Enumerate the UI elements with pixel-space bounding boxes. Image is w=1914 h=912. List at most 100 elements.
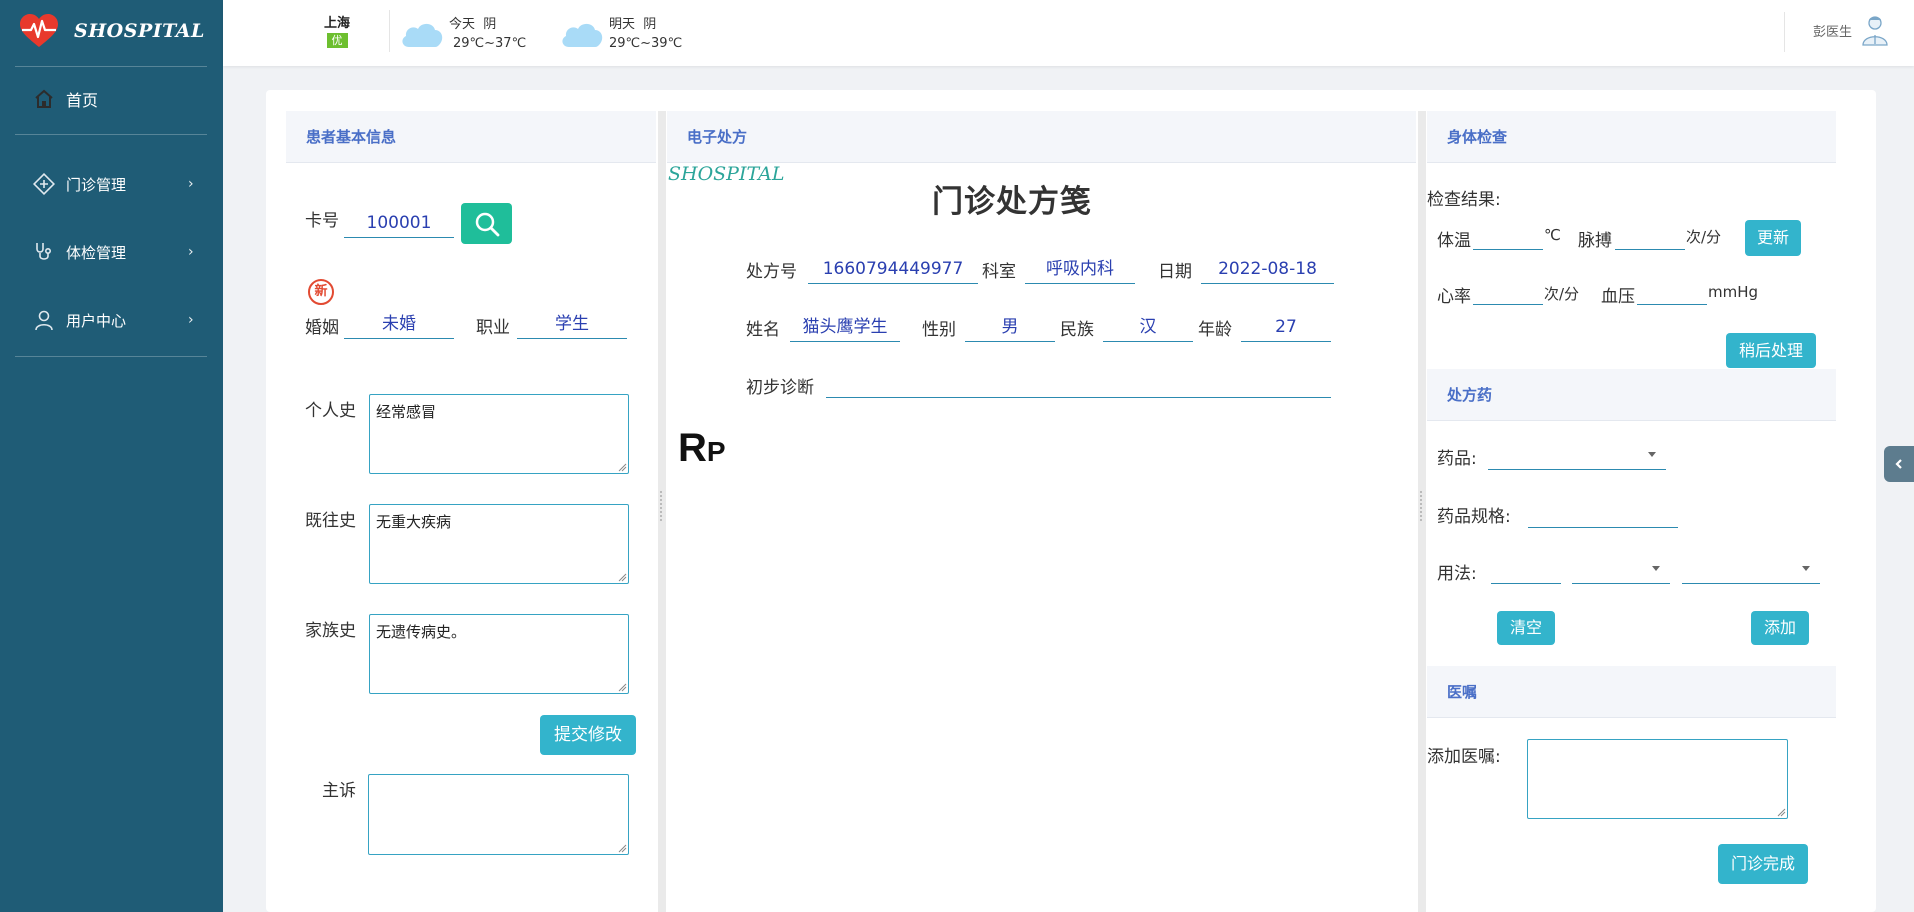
nation-field[interactable]: 汉 [1103, 312, 1193, 342]
advice-title: 医嘱 [1427, 666, 1836, 718]
usage-dose-input[interactable] [1491, 554, 1561, 584]
personal-history-text: 经常感冒 [376, 403, 437, 421]
marriage-field[interactable]: 未婚 [344, 309, 454, 339]
top-bar: 上海 优 今天 阴 29℃~37℃ 明天 阴 29℃~39℃ 彭医生 [223, 0, 1914, 66]
sidebar: SHOSPITAL 首页 门诊管理 › 体检管理 › 用户中心 › [0, 0, 223, 912]
resize-handle-icon [618, 463, 627, 472]
rp-p: P [706, 436, 726, 467]
doctor-avatar-icon [1862, 16, 1888, 46]
pulse-label: 脉搏 [1578, 231, 1612, 251]
exam-result-label: 检查结果: [1427, 190, 1501, 210]
caret-down-icon [1648, 452, 1656, 457]
resize-handle-icon [618, 844, 627, 853]
diagnosis-field[interactable] [826, 368, 1331, 398]
family-history-textarea[interactable]: 无遗传病史。 [369, 614, 629, 694]
blood-pressure-label: 血压 [1601, 287, 1635, 307]
topbar-divider [1784, 12, 1785, 52]
heart-rate-unit: 次/分 [1544, 285, 1580, 303]
weather-tomorrow: 明天 阴 29℃~39℃ [559, 12, 682, 56]
usage-frequency-select[interactable] [1682, 556, 1820, 584]
user-menu[interactable]: 彭医生 [1813, 14, 1890, 46]
date-field[interactable]: 2022-08-18 [1201, 254, 1334, 284]
card-no-label: 卡号 [305, 211, 339, 231]
chevron-right-icon: › [188, 244, 194, 260]
weather-temp: 29℃~37℃ [453, 36, 527, 51]
heart-pulse-icon [20, 14, 58, 47]
marriage-label: 婚姻 [305, 318, 339, 338]
logo-text: SHOSPITAL [74, 20, 205, 42]
temp-unit: ℃ [1544, 226, 1561, 244]
temp-label: 体温 [1437, 231, 1471, 251]
update-button[interactable]: 更新 [1745, 220, 1801, 256]
past-history-label: 既往史 [305, 511, 356, 531]
drug-spec-input[interactable] [1528, 498, 1678, 528]
past-history-textarea[interactable]: 无重大疾病 [369, 504, 629, 584]
sidebar-divider [15, 134, 207, 135]
dept-label: 科室 [982, 262, 1016, 282]
patient-info-title: 患者基本信息 [286, 111, 656, 163]
weather-day: 今天 [449, 17, 476, 32]
sex-field[interactable]: 男 [965, 312, 1055, 342]
sidebar-item-home[interactable]: 首页 [32, 84, 202, 114]
personal-history-label: 个人史 [305, 401, 356, 421]
chevron-right-icon: › [188, 176, 194, 192]
sex-label: 性别 [922, 320, 956, 340]
app-logo[interactable]: SHOSPITAL [18, 10, 205, 52]
search-icon [475, 212, 499, 236]
rp-r: R [678, 426, 707, 470]
blood-pressure-input[interactable] [1637, 275, 1707, 305]
sidebar-item-user-center[interactable]: 用户中心 › [32, 305, 202, 335]
split-gutter[interactable] [658, 111, 666, 912]
job-field[interactable]: 学生 [517, 309, 627, 339]
drug-select[interactable] [1488, 442, 1666, 470]
complaint-textarea[interactable] [368, 774, 629, 855]
cloud-icon [562, 23, 603, 47]
drug-spec-label: 药品规格: [1437, 507, 1511, 527]
chevron-right-icon: › [188, 312, 194, 328]
past-history-text: 无重大疾病 [376, 513, 452, 531]
weather-city: 上海 优 [320, 12, 354, 48]
add-advice-label: 添加医嘱: [1427, 747, 1501, 767]
sidebar-item-clinic[interactable]: 门诊管理 › [32, 169, 202, 199]
diagnosis-label: 初步诊断 [746, 378, 814, 398]
caret-down-icon [1802, 566, 1810, 571]
aqi-badge: 优 [326, 33, 348, 48]
sidebar-item-exam[interactable]: 体检管理 › [32, 237, 202, 267]
finish-visit-button[interactable]: 门诊完成 [1718, 844, 1808, 884]
sidebar-item-label: 用户中心 [66, 311, 127, 330]
age-field[interactable]: 27 [1241, 312, 1331, 342]
weather-condition: 阴 [643, 17, 657, 32]
usage-unit-select[interactable] [1572, 556, 1670, 584]
gutter-grip [1420, 491, 1424, 521]
date-label: 日期 [1158, 262, 1192, 282]
search-button[interactable] [461, 203, 512, 244]
advice-textarea[interactable] [1527, 739, 1788, 819]
complaint-label: 主诉 [322, 781, 356, 801]
pulse-unit: 次/分 [1686, 228, 1722, 246]
exam-title: 身体检查 [1427, 111, 1836, 163]
job-label: 职业 [476, 318, 510, 338]
prescription-no-field[interactable]: 1660794449977 [808, 254, 978, 284]
heart-rate-input[interactable] [1473, 275, 1543, 305]
gutter-grip [660, 491, 664, 521]
clear-button[interactable]: 清空 [1497, 611, 1555, 645]
dept-field[interactable]: 呼吸内科 [1025, 254, 1135, 284]
drug-label: 药品: [1437, 449, 1477, 469]
new-patient-badge: 新 [308, 279, 334, 305]
collapse-panel-button[interactable] [1884, 446, 1914, 482]
add-drug-button[interactable]: 添加 [1751, 611, 1809, 645]
medicine-title: 处方药 [1427, 369, 1836, 421]
user-name: 彭医生 [1813, 24, 1853, 40]
weather-today: 今天 阴 29℃~37℃ [399, 12, 526, 56]
home-icon [32, 87, 56, 111]
submit-changes-button[interactable]: 提交修改 [540, 715, 636, 755]
chevron-left-icon [1895, 459, 1902, 469]
card-no-input[interactable]: 100001 [344, 208, 454, 238]
name-field[interactable]: 猫头鹰学生 [790, 312, 900, 342]
pulse-input[interactable] [1615, 220, 1685, 250]
handle-later-button[interactable]: 稍后处理 [1726, 333, 1816, 368]
personal-history-textarea[interactable]: 经常感冒 [369, 394, 629, 474]
split-gutter[interactable] [1418, 111, 1426, 912]
weather-divider [389, 10, 390, 52]
temp-input[interactable] [1473, 220, 1543, 250]
